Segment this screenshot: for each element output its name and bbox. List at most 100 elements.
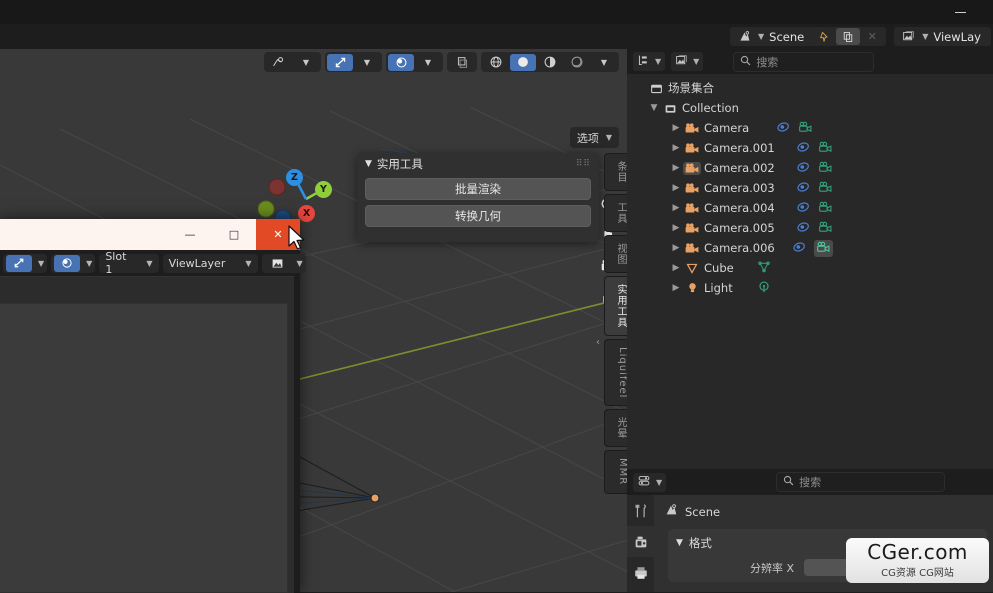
outliner-row-camera-006[interactable]: ▶ Camera.006 (627, 238, 993, 258)
snap-group[interactable]: ▼ (325, 52, 382, 72)
properties-search-input[interactable]: 搜索 (776, 472, 946, 492)
render-image-canvas[interactable] (0, 303, 288, 593)
camera-data-icon[interactable] (777, 121, 791, 136)
chevron-down-icon[interactable]: ▼ (293, 54, 319, 71)
viewlayer-selector[interactable]: ▼ ViewLay (894, 27, 991, 46)
disclosure-triangle-icon[interactable]: ▶ (669, 123, 683, 133)
mesh-data-icon[interactable] (757, 260, 771, 276)
render-window-titlebar[interactable]: — □ ✕ (0, 219, 300, 250)
chevron-down-icon[interactable]: ▼ (676, 538, 683, 548)
disclosure-triangle-icon[interactable]: ▶ (669, 243, 683, 253)
render-snap-group[interactable]: ▼ (3, 253, 48, 273)
drag-grip-icon[interactable]: ⠿⠿ (576, 159, 591, 168)
outliner-display-mode-dropdown[interactable]: ▼ (633, 52, 666, 71)
outliner-row-collection[interactable]: ▼ Collection (627, 98, 993, 118)
camera-data-icon[interactable] (814, 239, 833, 257)
camera-data-icon[interactable] (797, 201, 811, 216)
chevron-down-icon[interactable]: ▼ (591, 54, 617, 71)
side-tab-item[interactable]: 条目 (604, 153, 627, 191)
chevron-down-icon[interactable]: ▼ (365, 159, 372, 169)
utility-tools-panel-header[interactable]: ▼ 实用工具 ⠿⠿ (357, 153, 599, 175)
render-window-maximize-button[interactable]: □ (212, 219, 256, 250)
chevron-down-icon[interactable]: ▼ (86, 259, 92, 268)
outliner-row-camera-002[interactable]: ▶ Camera.002 (627, 158, 993, 178)
shading-material-icon[interactable] (537, 54, 563, 71)
outliner-search-input[interactable]: 搜索 (733, 51, 875, 72)
outliner-row-camera[interactable]: ▶ Camera (627, 118, 993, 138)
render-slot-dropdown[interactable]: Slot 1 ▼ (99, 250, 159, 276)
snap-magnet-icon[interactable] (327, 53, 353, 71)
snap-magnet-icon[interactable] (6, 254, 32, 272)
visibility-icon[interactable] (266, 54, 292, 71)
camera-data-icon[interactable] (818, 181, 833, 196)
remove-scene-icon[interactable]: ✕ (860, 28, 884, 45)
side-tab-view[interactable]: 视图 (604, 235, 627, 273)
outliner-row-scene-collection[interactable]: 场景集合 (627, 78, 993, 98)
convert-geometry-button[interactable]: 转换几何 (365, 205, 591, 227)
window-minimize-button[interactable] (937, 0, 983, 24)
camera-data-icon[interactable] (818, 161, 833, 176)
outliner-filter-dropdown[interactable]: ▼ (671, 52, 704, 71)
chevron-down-icon[interactable]: ▼ (297, 259, 303, 268)
camera-data-icon[interactable] (818, 201, 833, 216)
shading-solid-icon[interactable] (510, 53, 536, 71)
disclosure-triangle-icon[interactable]: ▼ (647, 103, 661, 113)
gizmo-axis-y[interactable]: Y (315, 181, 332, 198)
disclosure-triangle-icon[interactable]: ▶ (669, 163, 683, 173)
side-tab-mmr[interactable]: MMR (604, 450, 627, 494)
chevron-down-icon[interactable]: ▼ (354, 54, 380, 71)
side-tab-tool[interactable]: 工具 (604, 194, 627, 232)
image-icon[interactable] (265, 255, 291, 272)
camera-data-icon[interactable] (797, 141, 811, 156)
chevron-down-icon[interactable]: ▼ (922, 32, 928, 41)
disclosure-triangle-icon[interactable]: ▶ (669, 143, 683, 153)
visibility-group[interactable]: ▼ (264, 52, 321, 72)
disclosure-triangle-icon[interactable]: ▶ (669, 183, 683, 193)
camera-data-icon[interactable] (818, 221, 833, 236)
disclosure-triangle-icon[interactable]: ▶ (669, 283, 683, 293)
scene-selector[interactable]: ▼ Scene ✕ (730, 27, 887, 46)
xray-group[interactable] (447, 52, 477, 72)
render-image-group[interactable]: ▼ (261, 253, 306, 273)
gizmo-axis-z[interactable]: Z (286, 169, 303, 186)
shading-group[interactable]: ▼ (481, 52, 619, 72)
proportional-edit-icon[interactable] (388, 53, 414, 71)
render-window-image-area[interactable] (0, 276, 294, 593)
proportional-edit-icon[interactable] (54, 254, 81, 272)
render-tab-icon[interactable] (627, 526, 654, 557)
disclosure-triangle-icon[interactable]: ▶ (669, 203, 683, 213)
light-data-icon[interactable] (757, 280, 771, 297)
outliner-row-camera-001[interactable]: ▶ Camera.001 (627, 138, 993, 158)
outliner-row-light[interactable]: ▶ Light (627, 278, 993, 298)
camera-data-icon[interactable] (797, 161, 811, 176)
render-proportional-group[interactable]: ▼ (51, 253, 96, 273)
outliner-row-camera-004[interactable]: ▶ Camera.004 (627, 198, 993, 218)
camera-data-icon[interactable] (797, 221, 811, 236)
pin-icon[interactable] (812, 28, 836, 45)
chevron-down-icon[interactable]: ▼ (758, 32, 764, 41)
camera-data-icon[interactable] (797, 181, 811, 196)
outliner-row-camera-003[interactable]: ▶ Camera.003 (627, 178, 993, 198)
xray-toggle-icon[interactable] (449, 54, 475, 71)
outliner-row-cube[interactable]: ▶ Cube (627, 258, 993, 278)
viewport-options-dropdown[interactable]: 选项 ▼ (569, 127, 619, 148)
panel-collapse-arrow-icon[interactable]: ‹ (596, 337, 600, 348)
side-tab-glow[interactable]: 光晕 (604, 409, 627, 448)
properties-editor-type-dropdown[interactable]: ▼ (633, 472, 667, 492)
proportional-edit-group[interactable]: ▼ (386, 52, 443, 72)
tool-tab-icon[interactable] (627, 495, 654, 526)
chevron-down-icon[interactable]: ▼ (38, 259, 44, 268)
gizmo-axis-x[interactable]: X (298, 205, 315, 222)
disclosure-triangle-icon[interactable]: ▶ (669, 263, 683, 273)
side-tab-liquifeel[interactable]: Liquifeel (604, 339, 627, 407)
side-tab-utility-tools[interactable]: 实用工具 (604, 276, 627, 336)
camera-data-icon[interactable] (793, 241, 807, 256)
batch-render-button[interactable]: 批量渲染 (365, 178, 591, 200)
shading-wireframe-icon[interactable] (483, 54, 509, 71)
camera-data-icon[interactable] (818, 141, 833, 156)
chevron-down-icon[interactable]: ▼ (415, 54, 441, 71)
render-window-minimize-button[interactable]: — (168, 219, 212, 250)
outliner-row-camera-005[interactable]: ▶ Camera.005 (627, 218, 993, 238)
shading-rendered-icon[interactable] (564, 54, 590, 71)
render-viewlayer-dropdown[interactable]: ViewLayer ▼ (162, 253, 258, 273)
